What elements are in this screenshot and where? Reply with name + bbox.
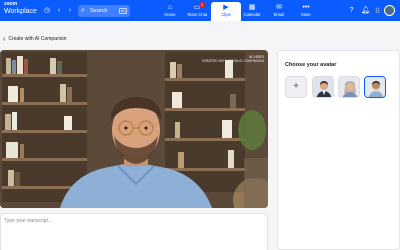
more-icon: ••• [302,4,310,11]
unread-badge: 1 [199,2,205,8]
email-icon: ✉ [276,4,282,11]
search-placeholder: Search [90,8,108,14]
nav-more-label: More [301,12,311,17]
avatar-man-suit-image [313,77,333,97]
logo-zoom-text: zoom [4,1,18,7]
nav-team-chat-label: Team Chat [186,12,208,17]
zoom-logo[interactable]: zoom Workplace [4,1,37,16]
avatar-woman-image [339,77,359,97]
nav-more[interactable]: ••• More [291,0,321,21]
calendar-icon: ▦ [248,4,256,11]
avatar-woman[interactable] [338,76,360,98]
search-input[interactable]: ⌕ Search ⌘F [78,5,130,17]
nav-calendar[interactable]: ▦ Calendar [237,0,267,21]
nav-home[interactable]: ⌂ Home [155,0,185,21]
top-bar: zoom Workplace ◷ ‹ › ⌕ Search ⌘F ⌂ Home … [0,0,400,21]
avatar-man-glasses[interactable] [364,76,386,98]
nav-email-label: Email [273,12,285,17]
clock-icon[interactable]: ◷ [42,6,52,16]
plus-icon: + [293,81,299,92]
search-icon: ⌕ [81,7,85,14]
nav-calendar-label: Calendar [243,12,261,17]
ai-video-watermark: AI VIDEO CREATED WITH ZOOM AI COMPANION [202,55,264,63]
home-icon: ⌂ [167,4,173,11]
back-link-label: Create with AI Companion [8,36,67,42]
nav-home-label: Home [164,12,176,17]
arrow-left-icon: ‹ [3,36,6,43]
help-icon[interactable]: ? [347,6,356,15]
avatar-panel: Choose your avatar + [277,50,400,250]
nav-team-chat[interactable]: ▭ 1 Team Chat [182,0,212,21]
apps-grid-icon[interactable]: ⁝⁝ [373,6,382,15]
notification-icon[interactable]: 🔔︎ [361,6,370,15]
presenter-image [0,50,268,208]
user-avatar[interactable] [384,5,395,16]
logo-workplace-text: Workplace [4,8,37,15]
avatar-video-preview[interactable]: AI VIDEO CREATED WITH ZOOM AI COMPANION [0,50,268,208]
chevron-right-icon[interactable]: › [65,6,75,16]
back-link[interactable]: ‹ Create with AI Companion [3,36,66,43]
transcript-placeholder: Type your transcript... [4,218,53,224]
avatar-man-suit[interactable] [312,76,334,98]
panel-title: Choose your avatar [285,62,337,68]
chat-icon: ▭ [193,4,201,11]
nav-email[interactable]: ✉ Email [264,0,294,21]
add-avatar-button[interactable]: + [285,76,307,98]
watermark-subtitle: CREATED WITH ZOOM AI COMPANION [201,59,264,63]
avatar-man-glasses-image [365,77,385,97]
transcript-input[interactable]: Type your transcript... [0,213,268,250]
chevron-left-icon[interactable]: ‹ [54,6,64,16]
search-shortcut: ⌘F [119,8,127,14]
